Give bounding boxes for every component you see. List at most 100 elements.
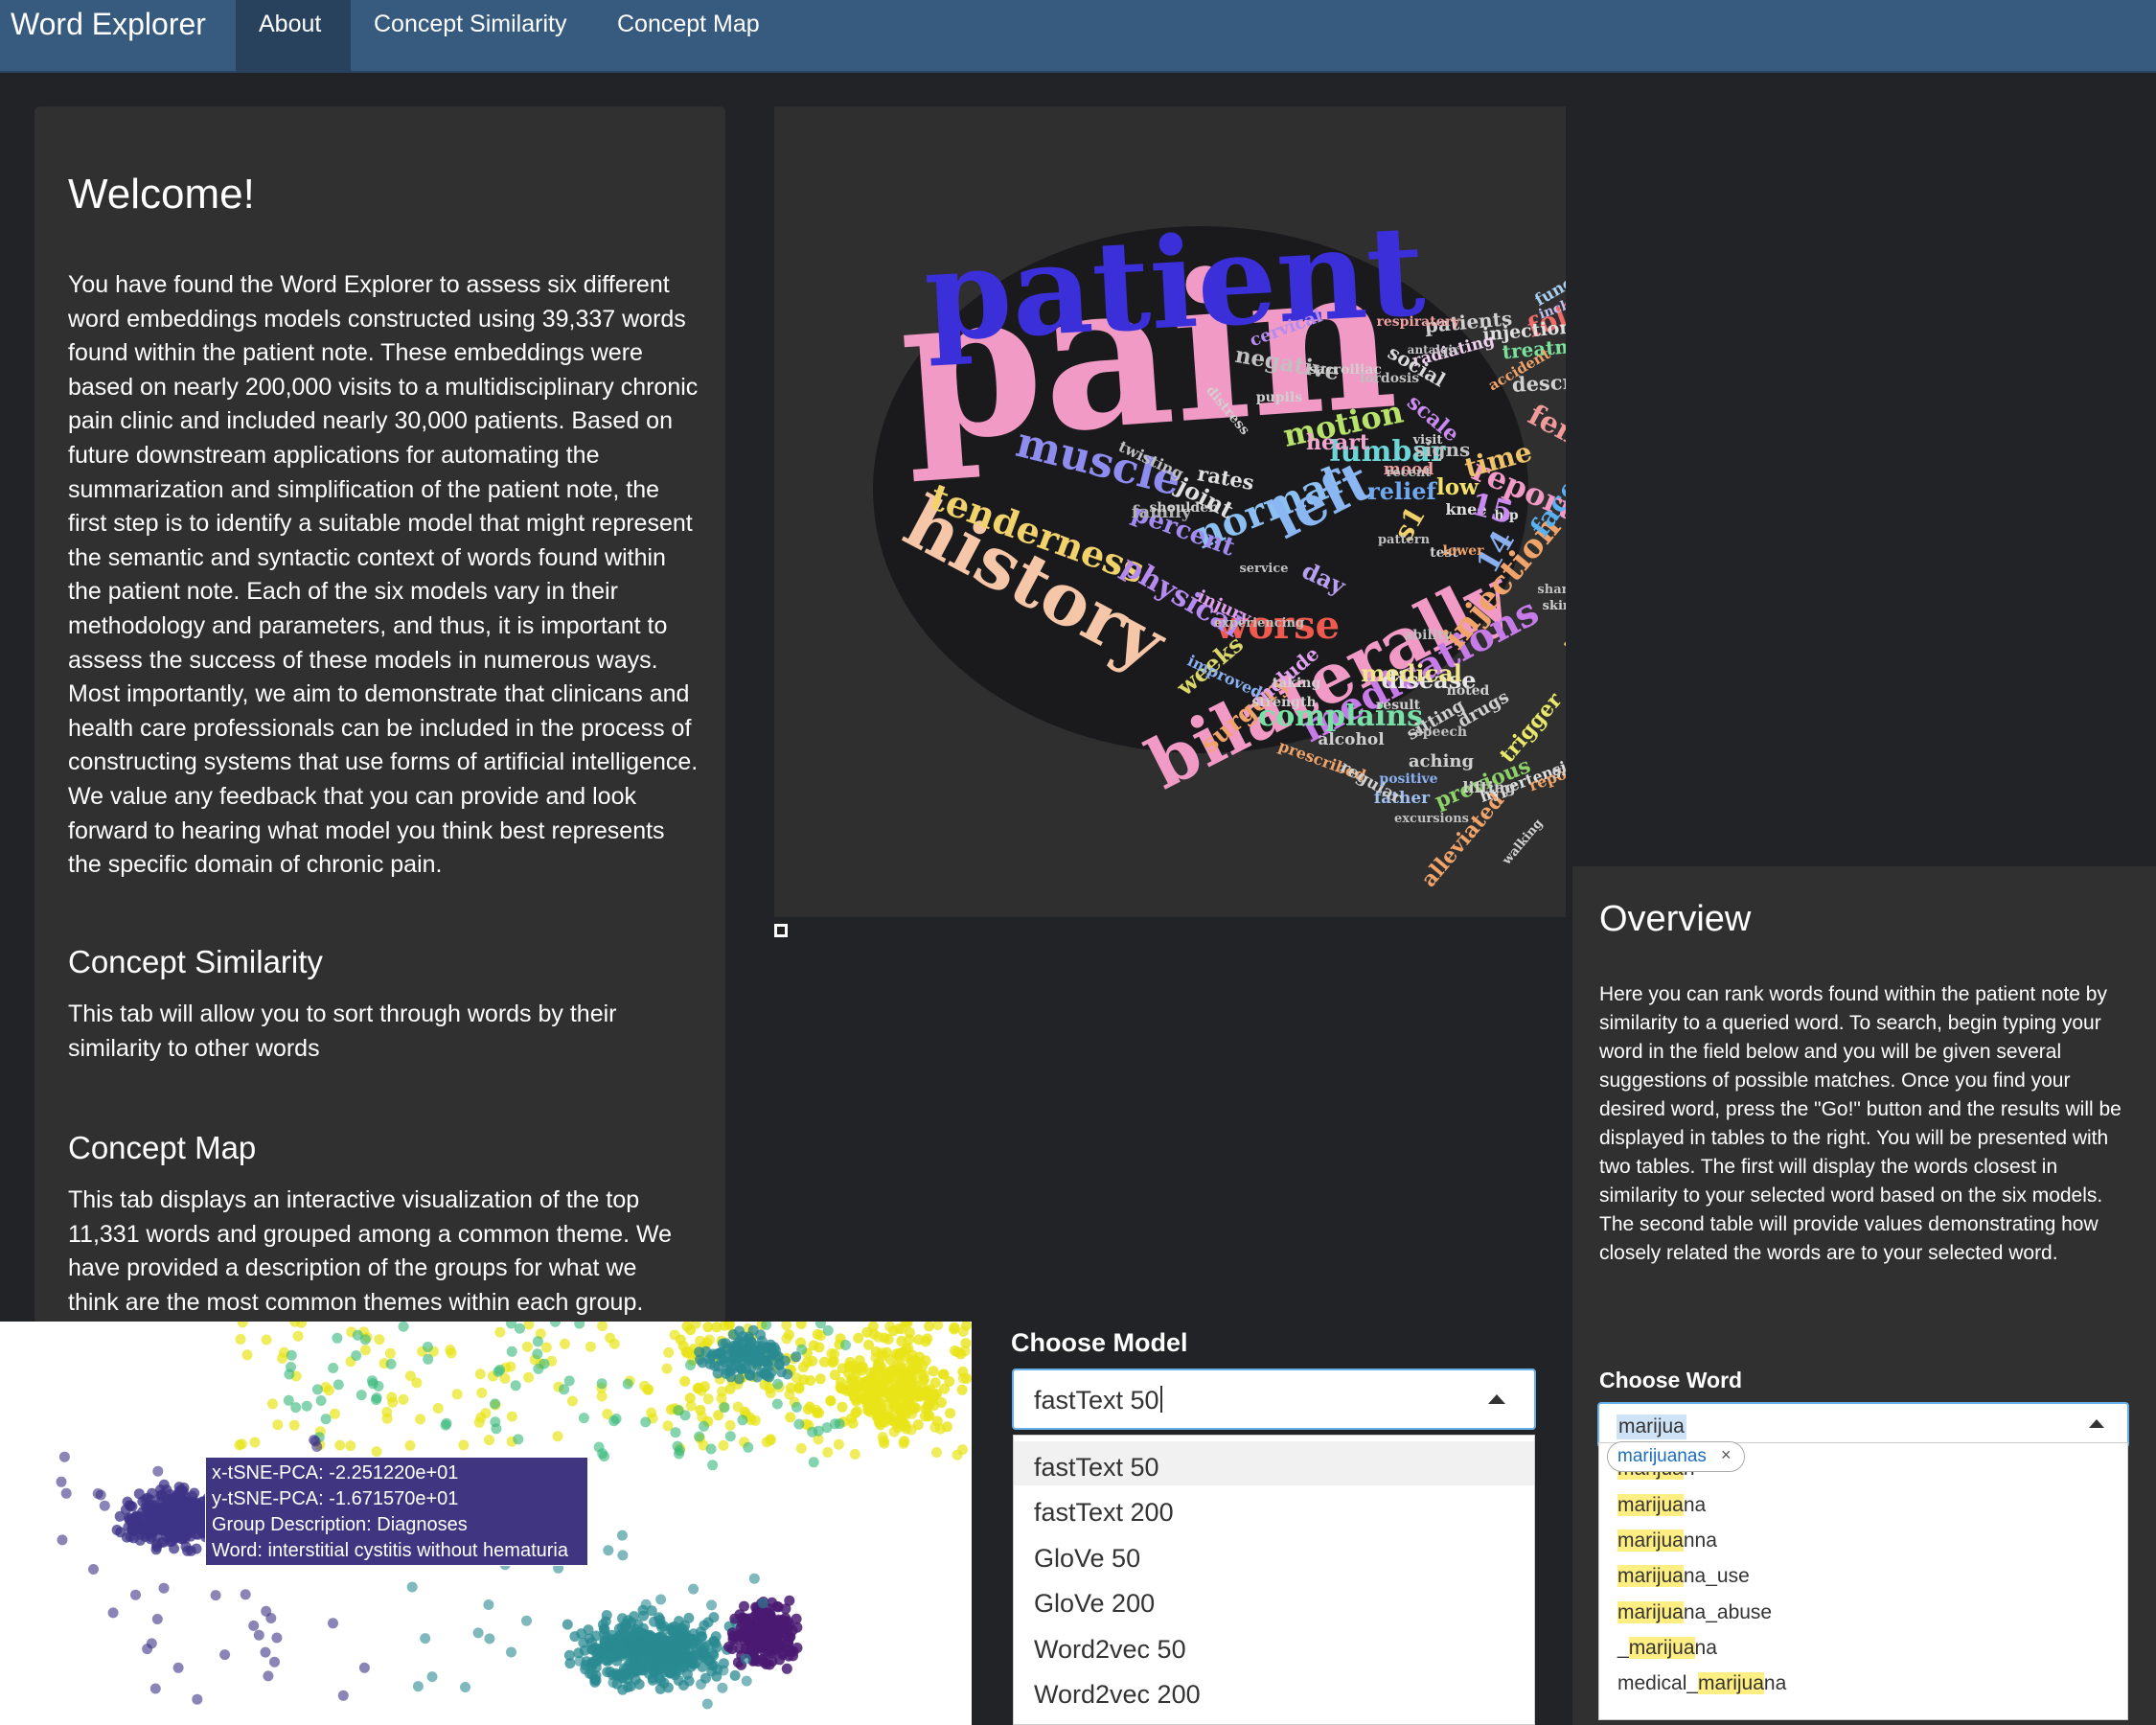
brand-title[interactable]: Word Explorer <box>11 7 206 42</box>
scatter-point[interactable] <box>269 1656 280 1668</box>
scatter-point[interactable] <box>491 1423 502 1435</box>
scatter-point[interactable] <box>638 1654 650 1666</box>
scatter-point[interactable] <box>717 1682 728 1693</box>
scatter-point[interactable] <box>617 1550 629 1561</box>
choose-word-input[interactable]: marijua <box>1617 1414 1686 1439</box>
scatter-point[interactable] <box>597 1448 608 1460</box>
scatter-point[interactable] <box>484 1633 495 1644</box>
scatter-point[interactable] <box>763 1631 774 1643</box>
scatter-point[interactable] <box>705 1443 717 1455</box>
model-option[interactable]: fastText 50 <box>1034 1453 1159 1483</box>
scatter-point[interactable] <box>552 1431 563 1442</box>
scatter-point[interactable] <box>746 1641 758 1652</box>
word-option[interactable]: _marijuana <box>1617 1637 1717 1660</box>
scatter-point[interactable] <box>398 1393 409 1405</box>
scatter-point[interactable] <box>622 1378 633 1390</box>
scatter-point[interactable] <box>956 1384 968 1395</box>
scatter-point[interactable] <box>261 1334 272 1346</box>
scatter-point[interactable] <box>616 1530 628 1541</box>
scatter-point[interactable] <box>961 1373 972 1384</box>
scatter-point[interactable] <box>884 1354 896 1366</box>
scatter-point[interactable] <box>828 1355 839 1367</box>
scatter-point[interactable] <box>333 1379 344 1391</box>
scatter-point[interactable] <box>367 1378 378 1390</box>
scatter-point[interactable] <box>694 1346 705 1358</box>
scatter-point[interactable] <box>178 1512 190 1524</box>
scatter-point[interactable] <box>142 1644 153 1655</box>
scatter-point[interactable] <box>741 1675 752 1687</box>
scatter-point[interactable] <box>616 1650 628 1662</box>
tab-about[interactable]: About <box>236 0 351 73</box>
scatter-point[interactable] <box>795 1322 807 1329</box>
scatter-point[interactable] <box>791 1351 802 1363</box>
scatter-point[interactable] <box>441 1417 452 1429</box>
scatter-point[interactable] <box>719 1402 730 1414</box>
scatter-point[interactable] <box>420 1633 431 1644</box>
scatter-point[interactable] <box>706 1666 718 1677</box>
scatter-point[interactable] <box>663 1346 675 1358</box>
scatter-point[interactable] <box>532 1348 543 1360</box>
scatter-point[interactable] <box>812 1328 823 1340</box>
scatter-point[interactable] <box>310 1436 321 1447</box>
choose-model-input[interactable]: fastText 50 <box>1034 1386 1162 1415</box>
scatter-point[interactable] <box>883 1334 894 1345</box>
scatter-point[interactable] <box>861 1326 873 1338</box>
tab-concept-similarity[interactable]: Concept Similarity <box>351 0 591 73</box>
model-option[interactable]: GloVe 50 <box>1034 1544 1140 1574</box>
scatter-point[interactable] <box>629 1611 640 1622</box>
scatter-point[interactable] <box>126 1501 138 1512</box>
scatter-point[interactable] <box>99 1500 110 1511</box>
scatter-point[interactable] <box>718 1665 729 1676</box>
scatter-point[interactable] <box>177 1527 189 1538</box>
scatter-point[interactable] <box>937 1368 949 1380</box>
scatter-point[interactable] <box>514 1322 525 1334</box>
scatter-point[interactable] <box>620 1621 631 1632</box>
scatter-point[interactable] <box>610 1414 622 1424</box>
scatter-point[interactable] <box>688 1583 700 1595</box>
scatter-point[interactable] <box>860 1376 872 1387</box>
scatter-point[interactable] <box>673 1675 684 1686</box>
scatter-point[interactable] <box>680 1640 692 1651</box>
scatter-point[interactable] <box>560 1338 570 1349</box>
scatter-point[interactable] <box>760 1607 770 1619</box>
chevron-up-icon[interactable] <box>2089 1419 2104 1428</box>
scatter-point[interactable] <box>58 1451 70 1462</box>
scatter-point[interactable] <box>315 1395 327 1406</box>
scatter-point[interactable] <box>283 1394 294 1406</box>
scatter-point[interactable] <box>320 1414 332 1425</box>
scatter-point[interactable] <box>261 1605 272 1617</box>
scatter-point[interactable] <box>586 1658 598 1669</box>
scatter-point[interactable] <box>88 1564 99 1575</box>
scatter-point[interactable] <box>928 1366 939 1377</box>
scatter-point[interactable] <box>633 1679 645 1690</box>
scatter-point[interactable] <box>411 1377 423 1389</box>
scatter-point[interactable] <box>412 1681 424 1692</box>
scatter-point[interactable] <box>60 1487 72 1499</box>
scatter-point[interactable] <box>583 1624 594 1636</box>
scatter-point[interactable] <box>415 1414 426 1425</box>
scatter-point[interactable] <box>596 1378 608 1390</box>
scatter-point[interactable] <box>920 1403 931 1414</box>
scatter-point[interactable] <box>540 1342 552 1353</box>
scatter-point[interactable] <box>785 1382 796 1393</box>
scatter-point[interactable] <box>539 1358 550 1369</box>
scatter-point[interactable] <box>684 1392 696 1404</box>
scatter-point[interactable] <box>605 1332 616 1344</box>
scatter-point[interactable] <box>579 1644 590 1656</box>
scatter-point[interactable] <box>423 1353 434 1365</box>
scatter-point[interactable] <box>670 1427 681 1438</box>
scatter-point[interactable] <box>666 1636 677 1647</box>
scatter-point[interactable] <box>699 1420 709 1432</box>
scatter-point[interactable] <box>772 1378 784 1390</box>
scatter-point[interactable] <box>757 1598 768 1609</box>
scatter-point[interactable] <box>332 1332 343 1344</box>
scatter-point[interactable] <box>329 1408 340 1419</box>
scatter-point[interactable] <box>271 1632 283 1644</box>
scatter-point[interactable] <box>724 1419 736 1431</box>
scatter-point[interactable] <box>569 1631 581 1643</box>
scatter-point[interactable] <box>160 1524 172 1535</box>
scatter-point[interactable] <box>679 1375 691 1387</box>
scatter-point[interactable] <box>761 1659 772 1669</box>
scatter-point[interactable] <box>591 1647 603 1659</box>
scatter-point[interactable] <box>725 1362 737 1373</box>
